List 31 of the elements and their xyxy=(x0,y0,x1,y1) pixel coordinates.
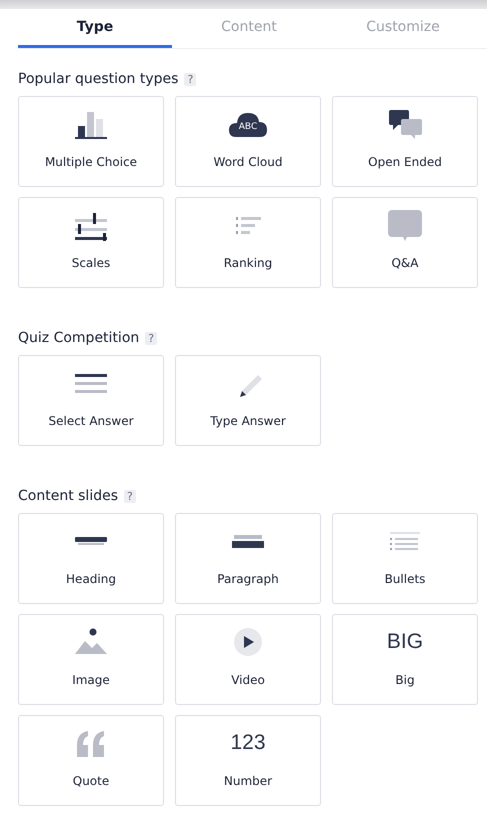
slide-type-tile[interactable]: Paragraph xyxy=(175,513,321,604)
slide-type-tile[interactable]: Quote xyxy=(18,715,164,806)
help-icon[interactable]: ? xyxy=(184,72,196,86)
heading-icon xyxy=(75,536,107,546)
slide-type-tile[interactable]: Ranking xyxy=(175,197,321,288)
slide-type-tile[interactable]: Scales xyxy=(18,197,164,288)
paragraph-icon xyxy=(232,534,264,548)
help-icon[interactable]: ? xyxy=(145,332,158,344)
bullet-list-icon xyxy=(390,532,420,550)
section-title: Popular question types xyxy=(18,71,178,87)
numbered-list-icon xyxy=(236,216,260,234)
slide-type-tile[interactable]: Select Answer xyxy=(18,355,164,446)
slide-type-tile[interactable]: Image xyxy=(18,614,164,705)
section-title: Quiz Competition xyxy=(18,330,140,346)
slide-type-tile[interactable]: Q&A xyxy=(332,197,478,288)
tile-glyph: BIG xyxy=(386,630,424,654)
lines-icon xyxy=(75,374,107,392)
slide-type-tile[interactable]: 123 Number xyxy=(175,715,321,806)
slide-type-tile[interactable]: Video xyxy=(175,614,321,705)
speech-bubble-icon xyxy=(385,209,425,241)
slide-type-tile[interactable]: Heading xyxy=(18,513,164,604)
tile-glyph: 123 xyxy=(230,731,266,755)
slide-type-tile[interactable]: ABC Word Cloud xyxy=(175,96,321,187)
slide-type-tile[interactable]: Type Answer xyxy=(175,355,321,446)
section-title: Content slides xyxy=(18,488,118,504)
slide-type-tile[interactable]: Open Ended xyxy=(332,96,478,187)
tab[interactable]: Type xyxy=(18,9,172,48)
help-icon[interactable]: ? xyxy=(124,490,136,502)
slide-type-tile[interactable]: Bullets xyxy=(332,513,478,604)
slide-type-tile[interactable]: BIG Big xyxy=(332,614,478,705)
slide-type-tile[interactable]: Multiple Choice xyxy=(18,96,164,187)
